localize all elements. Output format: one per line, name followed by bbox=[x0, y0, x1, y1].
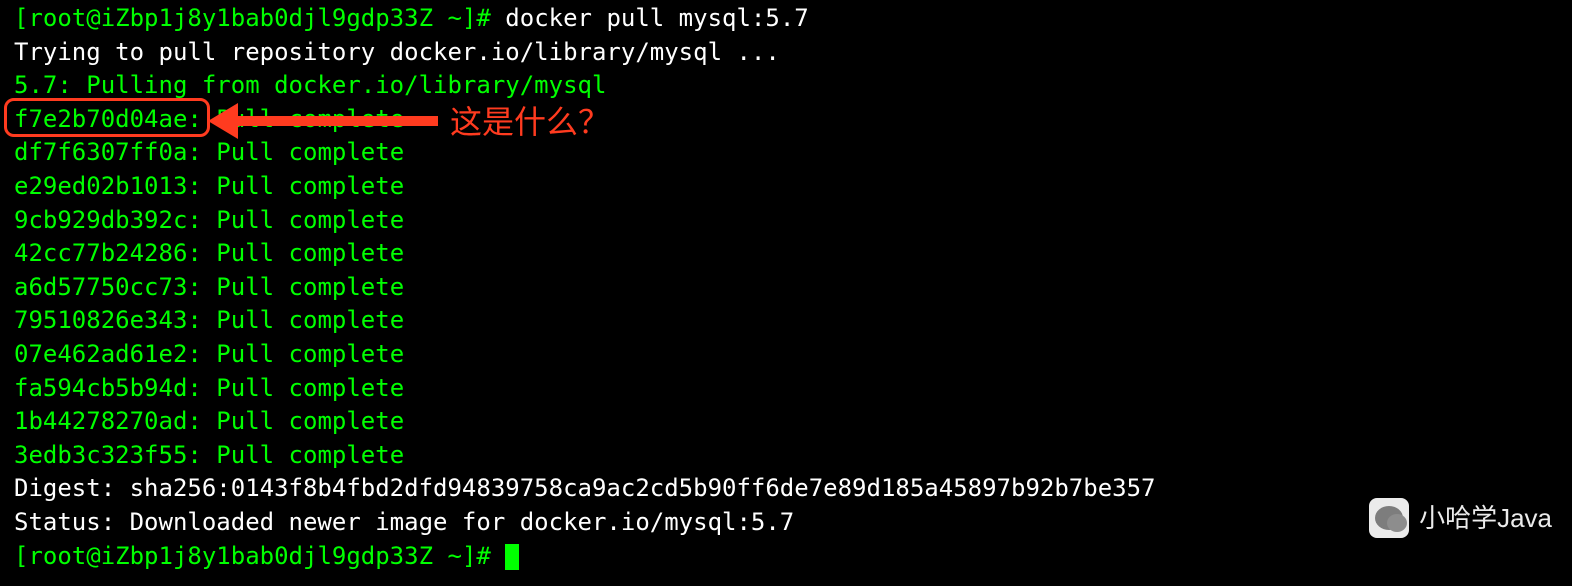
layer-hash: 1b44278270ad: bbox=[14, 407, 216, 435]
prompt-bracket-open: [ bbox=[14, 4, 28, 32]
layer-hash: 79510826e343: bbox=[14, 306, 216, 334]
annotation-highlight-box bbox=[4, 98, 210, 137]
layer-line: 79510826e343: Pull complete bbox=[14, 304, 1558, 338]
layer-line: 9cb929db392c: Pull complete bbox=[14, 204, 1558, 238]
layer-status: Pull complete bbox=[216, 306, 404, 334]
output-status: Status: Downloaded newer image for docke… bbox=[14, 506, 1558, 540]
command-text: docker pull mysql:5.7 bbox=[491, 4, 809, 32]
layer-status: Pull complete bbox=[216, 407, 404, 435]
layer-status: Pull complete bbox=[216, 206, 404, 234]
wechat-icon bbox=[1369, 498, 1409, 538]
layer-line: 42cc77b24286: Pull complete bbox=[14, 237, 1558, 271]
prompt-bracket-close: ]# bbox=[462, 542, 491, 570]
prompt-bracket-open: [ bbox=[14, 542, 28, 570]
output-digest: Digest: sha256:0143f8b4fbd2dfd94839758ca… bbox=[14, 472, 1558, 506]
arrow-line-icon bbox=[233, 116, 438, 126]
layer-status: Pull complete bbox=[216, 138, 404, 166]
layer-hash: df7f6307ff0a: bbox=[14, 138, 216, 166]
annotation-arrow bbox=[208, 98, 438, 138]
layer-status: Pull complete bbox=[216, 374, 404, 402]
annotation-text: 这是什么？ bbox=[450, 100, 610, 145]
layer-line: e29ed02b1013: Pull complete bbox=[14, 170, 1558, 204]
layer-status: Pull complete bbox=[216, 172, 404, 200]
watermark: 小哈学Java bbox=[1369, 498, 1552, 538]
layer-line: 3edb3c323f55: Pull complete bbox=[14, 439, 1558, 473]
layer-line: 07e462ad61e2: Pull complete bbox=[14, 338, 1558, 372]
terminal-prompt-line-1[interactable]: [root@iZbp1j8y1bab0djl9gdp33Z ~]# docker… bbox=[14, 2, 1558, 36]
layer-hash: fa594cb5b94d: bbox=[14, 374, 216, 402]
layer-hash: a6d57750cc73: bbox=[14, 273, 216, 301]
output-trying: Trying to pull repository docker.io/libr… bbox=[14, 36, 1558, 70]
layer-status: Pull complete bbox=[216, 273, 404, 301]
layer-line: df7f6307ff0a: Pull complete bbox=[14, 136, 1558, 170]
layer-hash: 9cb929db392c: bbox=[14, 206, 216, 234]
watermark-text: 小哈学Java bbox=[1419, 500, 1552, 536]
prompt-user-host: root@iZbp1j8y1bab0djl9gdp33Z ~ bbox=[28, 542, 461, 570]
layer-status: Pull complete bbox=[216, 340, 404, 368]
layer-hash: 3edb3c323f55: bbox=[14, 441, 216, 469]
layer-status: Pull complete bbox=[216, 239, 404, 267]
layer-line: 1b44278270ad: Pull complete bbox=[14, 405, 1558, 439]
layer-hash: 07e462ad61e2: bbox=[14, 340, 216, 368]
prompt-bracket-close: ]# bbox=[462, 4, 491, 32]
layer-status: Pull complete bbox=[216, 441, 404, 469]
prompt-user-host: root@iZbp1j8y1bab0djl9gdp33Z ~ bbox=[28, 4, 461, 32]
terminal-prompt-line-2[interactable]: [root@iZbp1j8y1bab0djl9gdp33Z ~]# bbox=[14, 540, 1558, 574]
layer-hash: e29ed02b1013: bbox=[14, 172, 216, 200]
layer-line: a6d57750cc73: Pull complete bbox=[14, 271, 1558, 305]
prompt-trailing bbox=[491, 542, 505, 570]
layer-line: fa594cb5b94d: Pull complete bbox=[14, 372, 1558, 406]
cursor-icon bbox=[505, 544, 519, 570]
layer-hash: 42cc77b24286: bbox=[14, 239, 216, 267]
